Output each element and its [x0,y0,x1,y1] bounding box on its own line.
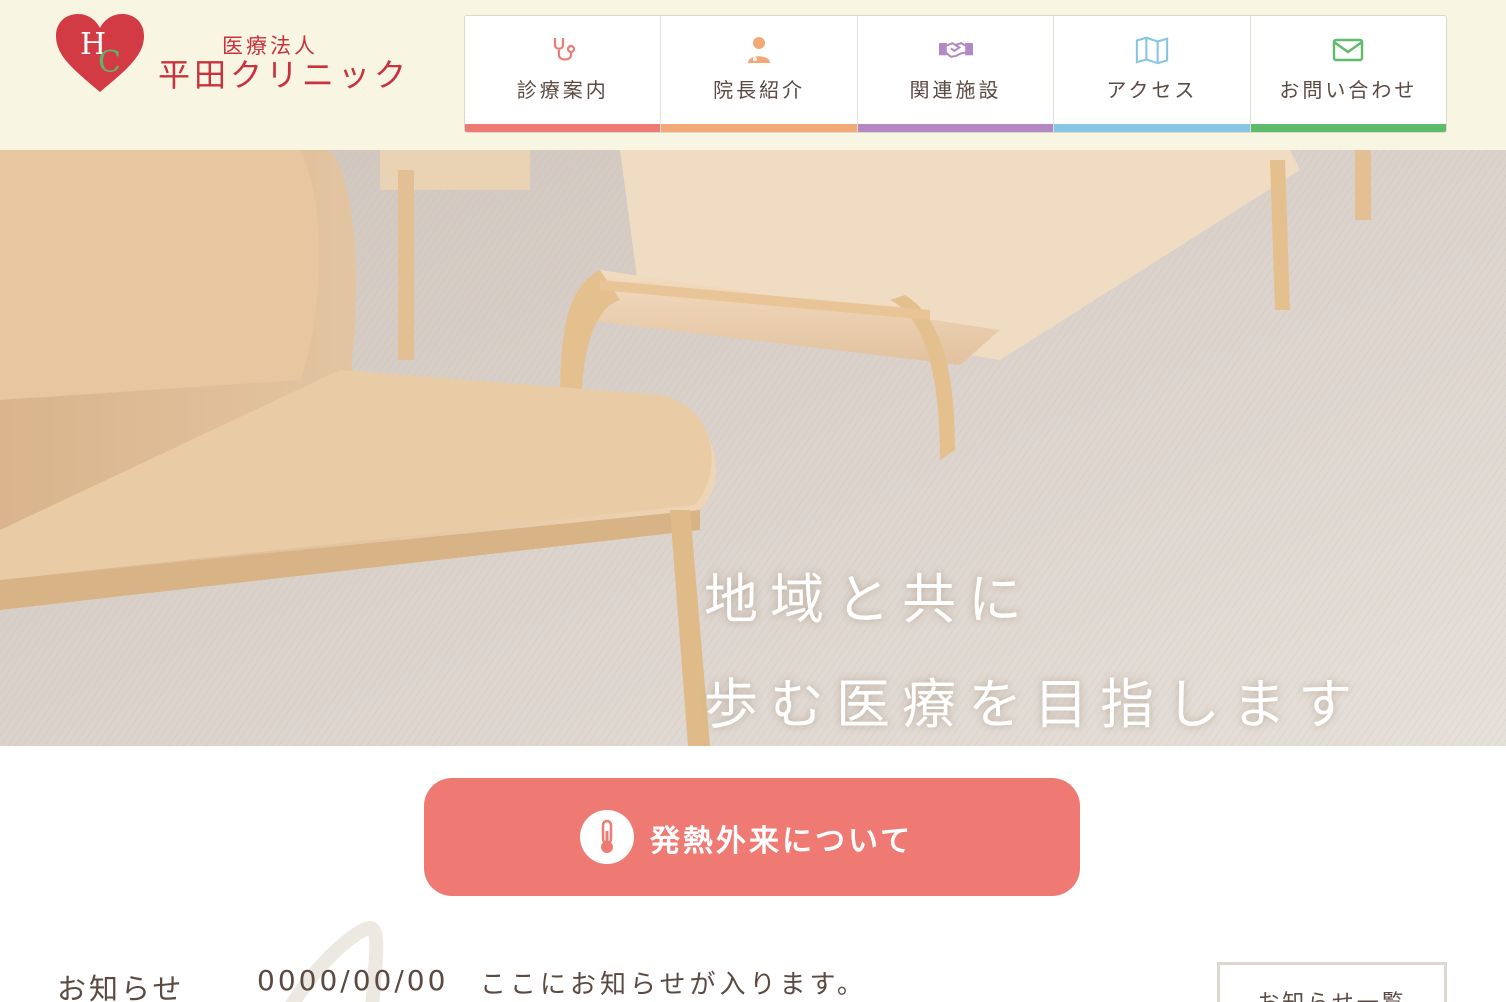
nav-item-facilities[interactable]: 関連施設 [857,16,1055,132]
nav-color-bar [1054,124,1250,132]
thermometer-icon [580,810,634,864]
news-date: 0000/00/00 [257,964,449,997]
nav-label: 院長紹介 [713,78,806,102]
handshake-icon [938,34,973,66]
nav-item-contact[interactable]: お問い合わせ [1250,16,1446,132]
nav-color-bar [857,124,1054,132]
news-heading: お知らせ [57,972,185,1002]
stethoscope-icon [546,34,580,66]
svg-text:C: C [98,45,121,80]
nav-label: 診療案内 [516,78,609,102]
nav-label: お問い合わせ [1279,78,1418,102]
news-item-link[interactable]: ここにお知らせが入ります。 [480,964,867,1002]
hero-headline-line2: 歩む医療を目指します [704,673,1364,736]
doctor-icon [742,34,776,66]
fever-clinic-button[interactable]: 発熱外来について [424,778,1080,896]
fever-clinic-label: 発熱外来について [650,824,914,859]
hero-headline-line1: 地域と共に [704,568,1034,631]
mail-icon [1331,34,1365,66]
nav-color-bar [465,124,661,132]
hero-image: 地域と共に 歩む医療を目指します [0,150,1506,746]
main-nav: 診療案内 院長紹介 関連施設 アクセス お問い合わせ [464,15,1447,133]
nav-label: 関連施設 [909,78,1002,102]
nav-label: アクセス [1106,78,1198,102]
map-icon [1135,34,1169,66]
logo-clinic-name: 平田クリニック [158,56,411,94]
clinic-logo[interactable]: H C 医療法人 平田クリニック [54,12,406,98]
heart-logo-icon: H C [56,14,144,92]
news-list-button[interactable]: お知らせ一覧 [1217,962,1447,1002]
nav-color-bar [1250,124,1446,132]
nav-item-access[interactable]: アクセス [1054,16,1251,132]
nav-color-bar [661,124,857,132]
nav-item-services[interactable]: 診療案内 [465,16,662,132]
nav-item-director[interactable]: 院長紹介 [661,16,858,132]
site-header: H C 医療法人 平田クリニック 診療案内 院長紹介 関連施設 アクセス お問い… [0,0,1506,150]
waiting-room-photo [0,150,1506,746]
